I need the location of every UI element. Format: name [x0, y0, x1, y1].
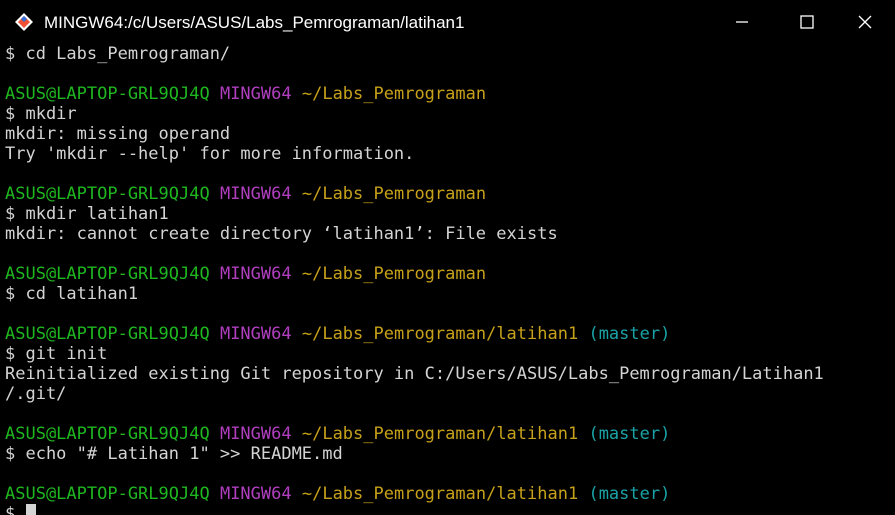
prompt-path: ~/Labs_Pemrograman/latihan1 [301, 324, 579, 344]
command-text: $ cd Labs_Pemrograman/ [5, 44, 231, 64]
window-title: MINGW64:/c/Users/ASUS/Labs_Pemrograman/l… [44, 13, 465, 32]
prompt-user: ASUS@LAPTOP-GRL9QJ4Q [5, 324, 210, 344]
prompt-env: MINGW64 [219, 264, 292, 284]
output-text: mkdir: cannot create directory ‘latihan1… [5, 224, 558, 244]
prompt-branch: (master) [588, 324, 671, 344]
prompt-env: MINGW64 [219, 424, 292, 444]
prompt-path: ~/Labs_Pemrograman [301, 184, 487, 204]
command-text: $ mkdir latihan1 [5, 204, 169, 224]
command-text: $ mkdir [5, 104, 77, 124]
prompt-line: ASUS@LAPTOP-GRL9QJ4Q MINGW64 ~/Labs_Pemr… [5, 324, 895, 344]
close-button[interactable] [835, 0, 895, 44]
output-text: /.git/ [5, 384, 67, 404]
command-line: $ mkdir [5, 104, 895, 124]
git-bash-icon [15, 13, 33, 31]
output-line: mkdir: cannot create directory ‘latihan1… [5, 224, 895, 244]
command-text: $ cd latihan1 [5, 284, 139, 304]
minimize-icon [736, 21, 748, 23]
command-line: $ [5, 504, 895, 515]
command-line: $ mkdir latihan1 [5, 204, 895, 224]
output-line: Reinitialized existing Git repository in… [5, 364, 895, 384]
prompt-env: MINGW64 [219, 184, 292, 204]
prompt-line: ASUS@LAPTOP-GRL9QJ4Q MINGW64 ~/Labs_Pemr… [5, 264, 895, 284]
prompt-user: ASUS@LAPTOP-GRL9QJ4Q [5, 84, 210, 104]
prompt-user: ASUS@LAPTOP-GRL9QJ4Q [5, 184, 210, 204]
maximize-icon [800, 15, 814, 29]
command-line: $ cd latihan1 [5, 284, 895, 304]
prompt-branch: (master) [588, 424, 671, 444]
prompt-env: MINGW64 [219, 484, 292, 504]
prompt-line: ASUS@LAPTOP-GRL9QJ4Q MINGW64 ~/Labs_Pemr… [5, 84, 895, 104]
prompt-env: MINGW64 [219, 84, 292, 104]
output-text: Reinitialized existing Git repository in… [5, 364, 824, 384]
prompt-branch: (master) [588, 484, 671, 504]
output-line: Try 'mkdir --help' for more information. [5, 144, 895, 164]
title-bar[interactable]: MINGW64:/c/Users/ASUS/Labs_Pemrograman/l… [0, 0, 895, 44]
prompt-path: ~/Labs_Pemrograman/latihan1 [301, 484, 579, 504]
prompt-env: MINGW64 [219, 324, 292, 344]
output-line: /.git/ [5, 384, 895, 404]
terminal-window: MINGW64:/c/Users/ASUS/Labs_Pemrograman/l… [0, 0, 895, 515]
prompt-line: ASUS@LAPTOP-GRL9QJ4Q MINGW64 ~/Labs_Pemr… [5, 424, 895, 444]
prompt-user: ASUS@LAPTOP-GRL9QJ4Q [5, 484, 210, 504]
text-cursor [25, 504, 36, 515]
prompt-path: ~/Labs_Pemrograman [301, 264, 487, 284]
terminal-output[interactable]: $ cd Labs_Pemrograman/ASUS@LAPTOP-GRL9QJ… [5, 44, 895, 515]
prompt-path: ~/Labs_Pemrograman/latihan1 [301, 424, 579, 444]
minimize-button[interactable] [712, 0, 772, 44]
prompt-line: ASUS@LAPTOP-GRL9QJ4Q MINGW64 ~/Labs_Pemr… [5, 484, 895, 504]
prompt-path: ~/Labs_Pemrograman [301, 84, 487, 104]
prompt-user: ASUS@LAPTOP-GRL9QJ4Q [5, 424, 210, 444]
maximize-button[interactable] [777, 0, 837, 44]
command-text: $ [5, 504, 16, 515]
command-text: $ echo "# Latihan 1" >> README.md [5, 444, 343, 464]
command-line: $ cd Labs_Pemrograman/ [5, 44, 895, 64]
output-line: mkdir: missing operand [5, 124, 895, 144]
close-icon [858, 15, 872, 29]
prompt-user: ASUS@LAPTOP-GRL9QJ4Q [5, 264, 210, 284]
command-line: $ echo "# Latihan 1" >> README.md [5, 444, 895, 464]
command-line: $ git init [5, 344, 895, 364]
output-text: Try 'mkdir --help' for more information. [5, 144, 415, 164]
command-text: $ git init [5, 344, 108, 364]
prompt-line: ASUS@LAPTOP-GRL9QJ4Q MINGW64 ~/Labs_Pemr… [5, 184, 895, 204]
output-text: mkdir: missing operand [5, 124, 231, 144]
